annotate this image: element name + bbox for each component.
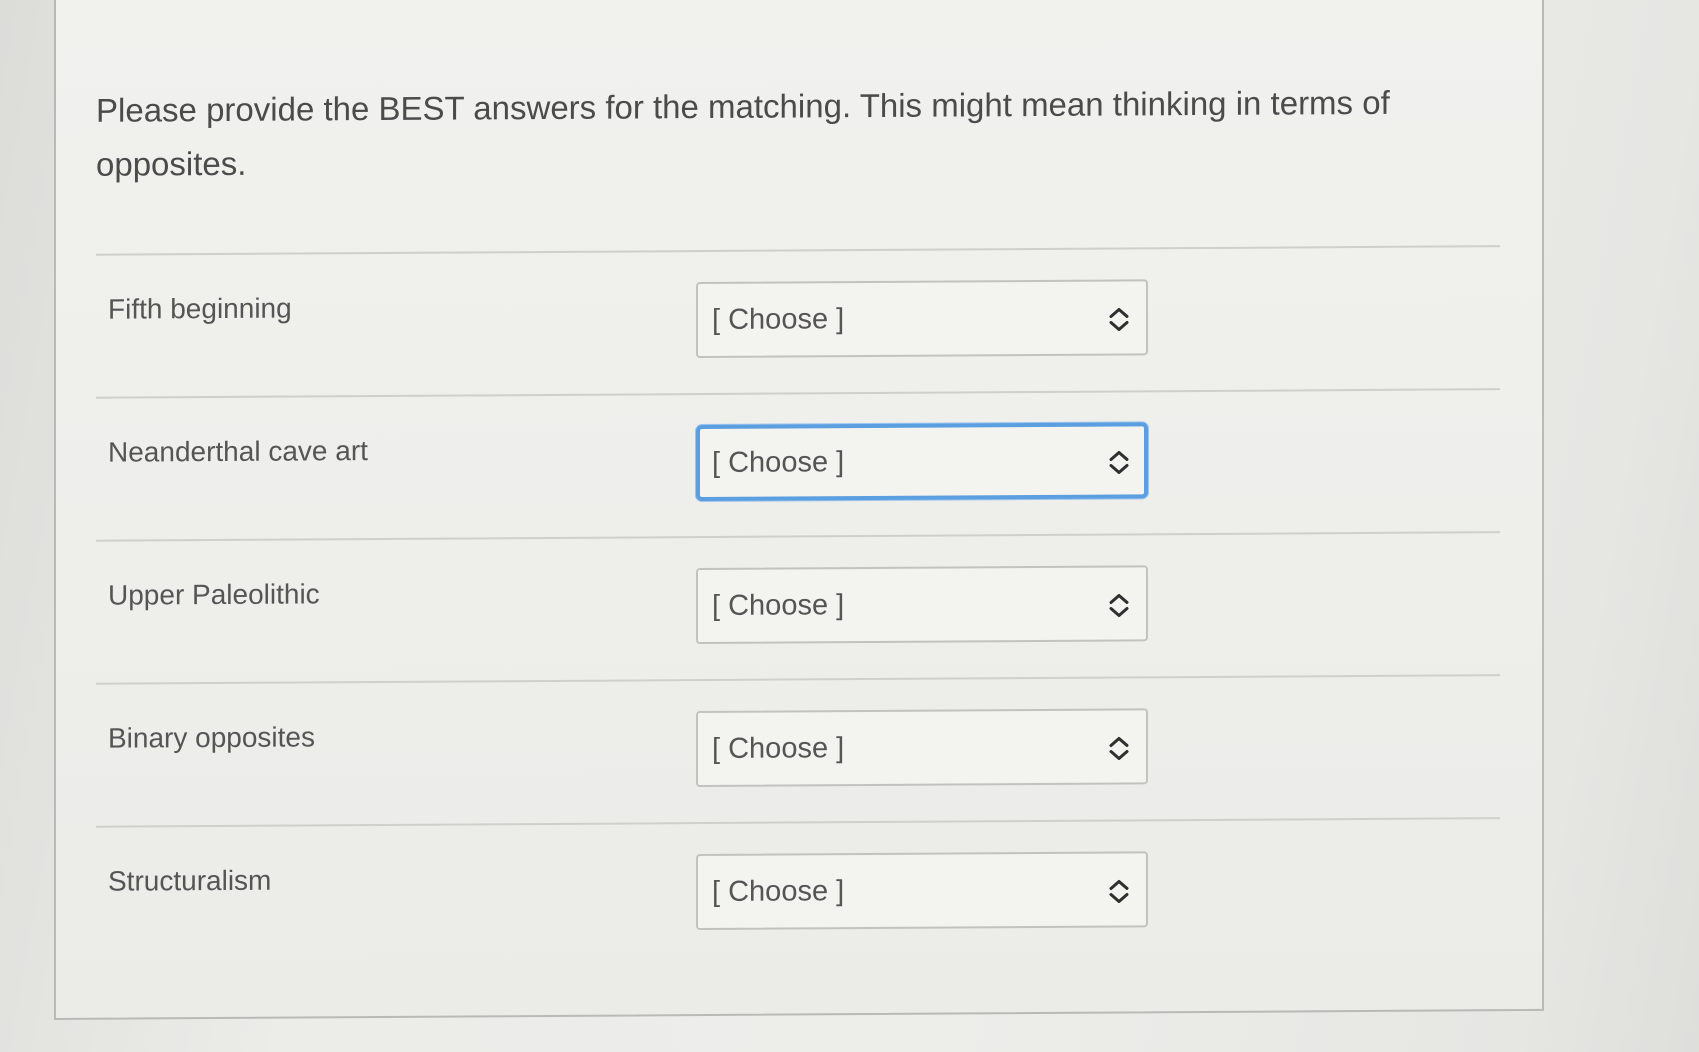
match-row-neanderthal-cave-art: Neanderthal cave art [ Choose ] [96, 388, 1500, 527]
answer-select[interactable]: [ Choose ] [696, 708, 1148, 788]
chevron-up-down-icon [1109, 307, 1129, 331]
match-row-binary-opposites: Binary opposites [ Choose ] [96, 674, 1500, 813]
match-label: Structuralism [108, 864, 272, 897]
question-card: Please provide the BEST answers for the … [54, 0, 1544, 1021]
chevron-up-down-icon [1109, 879, 1129, 903]
question-prompt: Please provide the BEST answers for the … [96, 83, 1390, 183]
chevron-up-down-icon [1109, 736, 1129, 760]
match-row-structuralism: Structuralism [ Choose ] [96, 817, 1500, 956]
select-value: [ Choose ] [712, 732, 845, 765]
match-label: Binary opposites [108, 721, 316, 754]
select-value: [ Choose ] [712, 303, 845, 336]
match-row-fifth-beginning: Fifth beginning [ Choose ] [96, 245, 1500, 384]
select-value: [ Choose ] [712, 446, 845, 479]
answer-select[interactable]: [ Choose ] [696, 422, 1148, 502]
match-label: Upper Paleolithic [108, 578, 320, 611]
select-value: [ Choose ] [712, 875, 845, 908]
match-label: Fifth beginning [108, 292, 292, 325]
select-value: [ Choose ] [712, 589, 845, 622]
answer-select[interactable]: [ Choose ] [696, 851, 1148, 931]
answer-select[interactable]: [ Choose ] [696, 279, 1148, 359]
answer-select[interactable]: [ Choose ] [696, 565, 1148, 645]
match-label: Neanderthal cave art [108, 435, 368, 468]
chevron-up-down-icon [1109, 593, 1129, 617]
match-row-upper-paleolithic: Upper Paleolithic [ Choose ] [96, 531, 1500, 670]
chevron-up-down-icon [1109, 450, 1129, 474]
